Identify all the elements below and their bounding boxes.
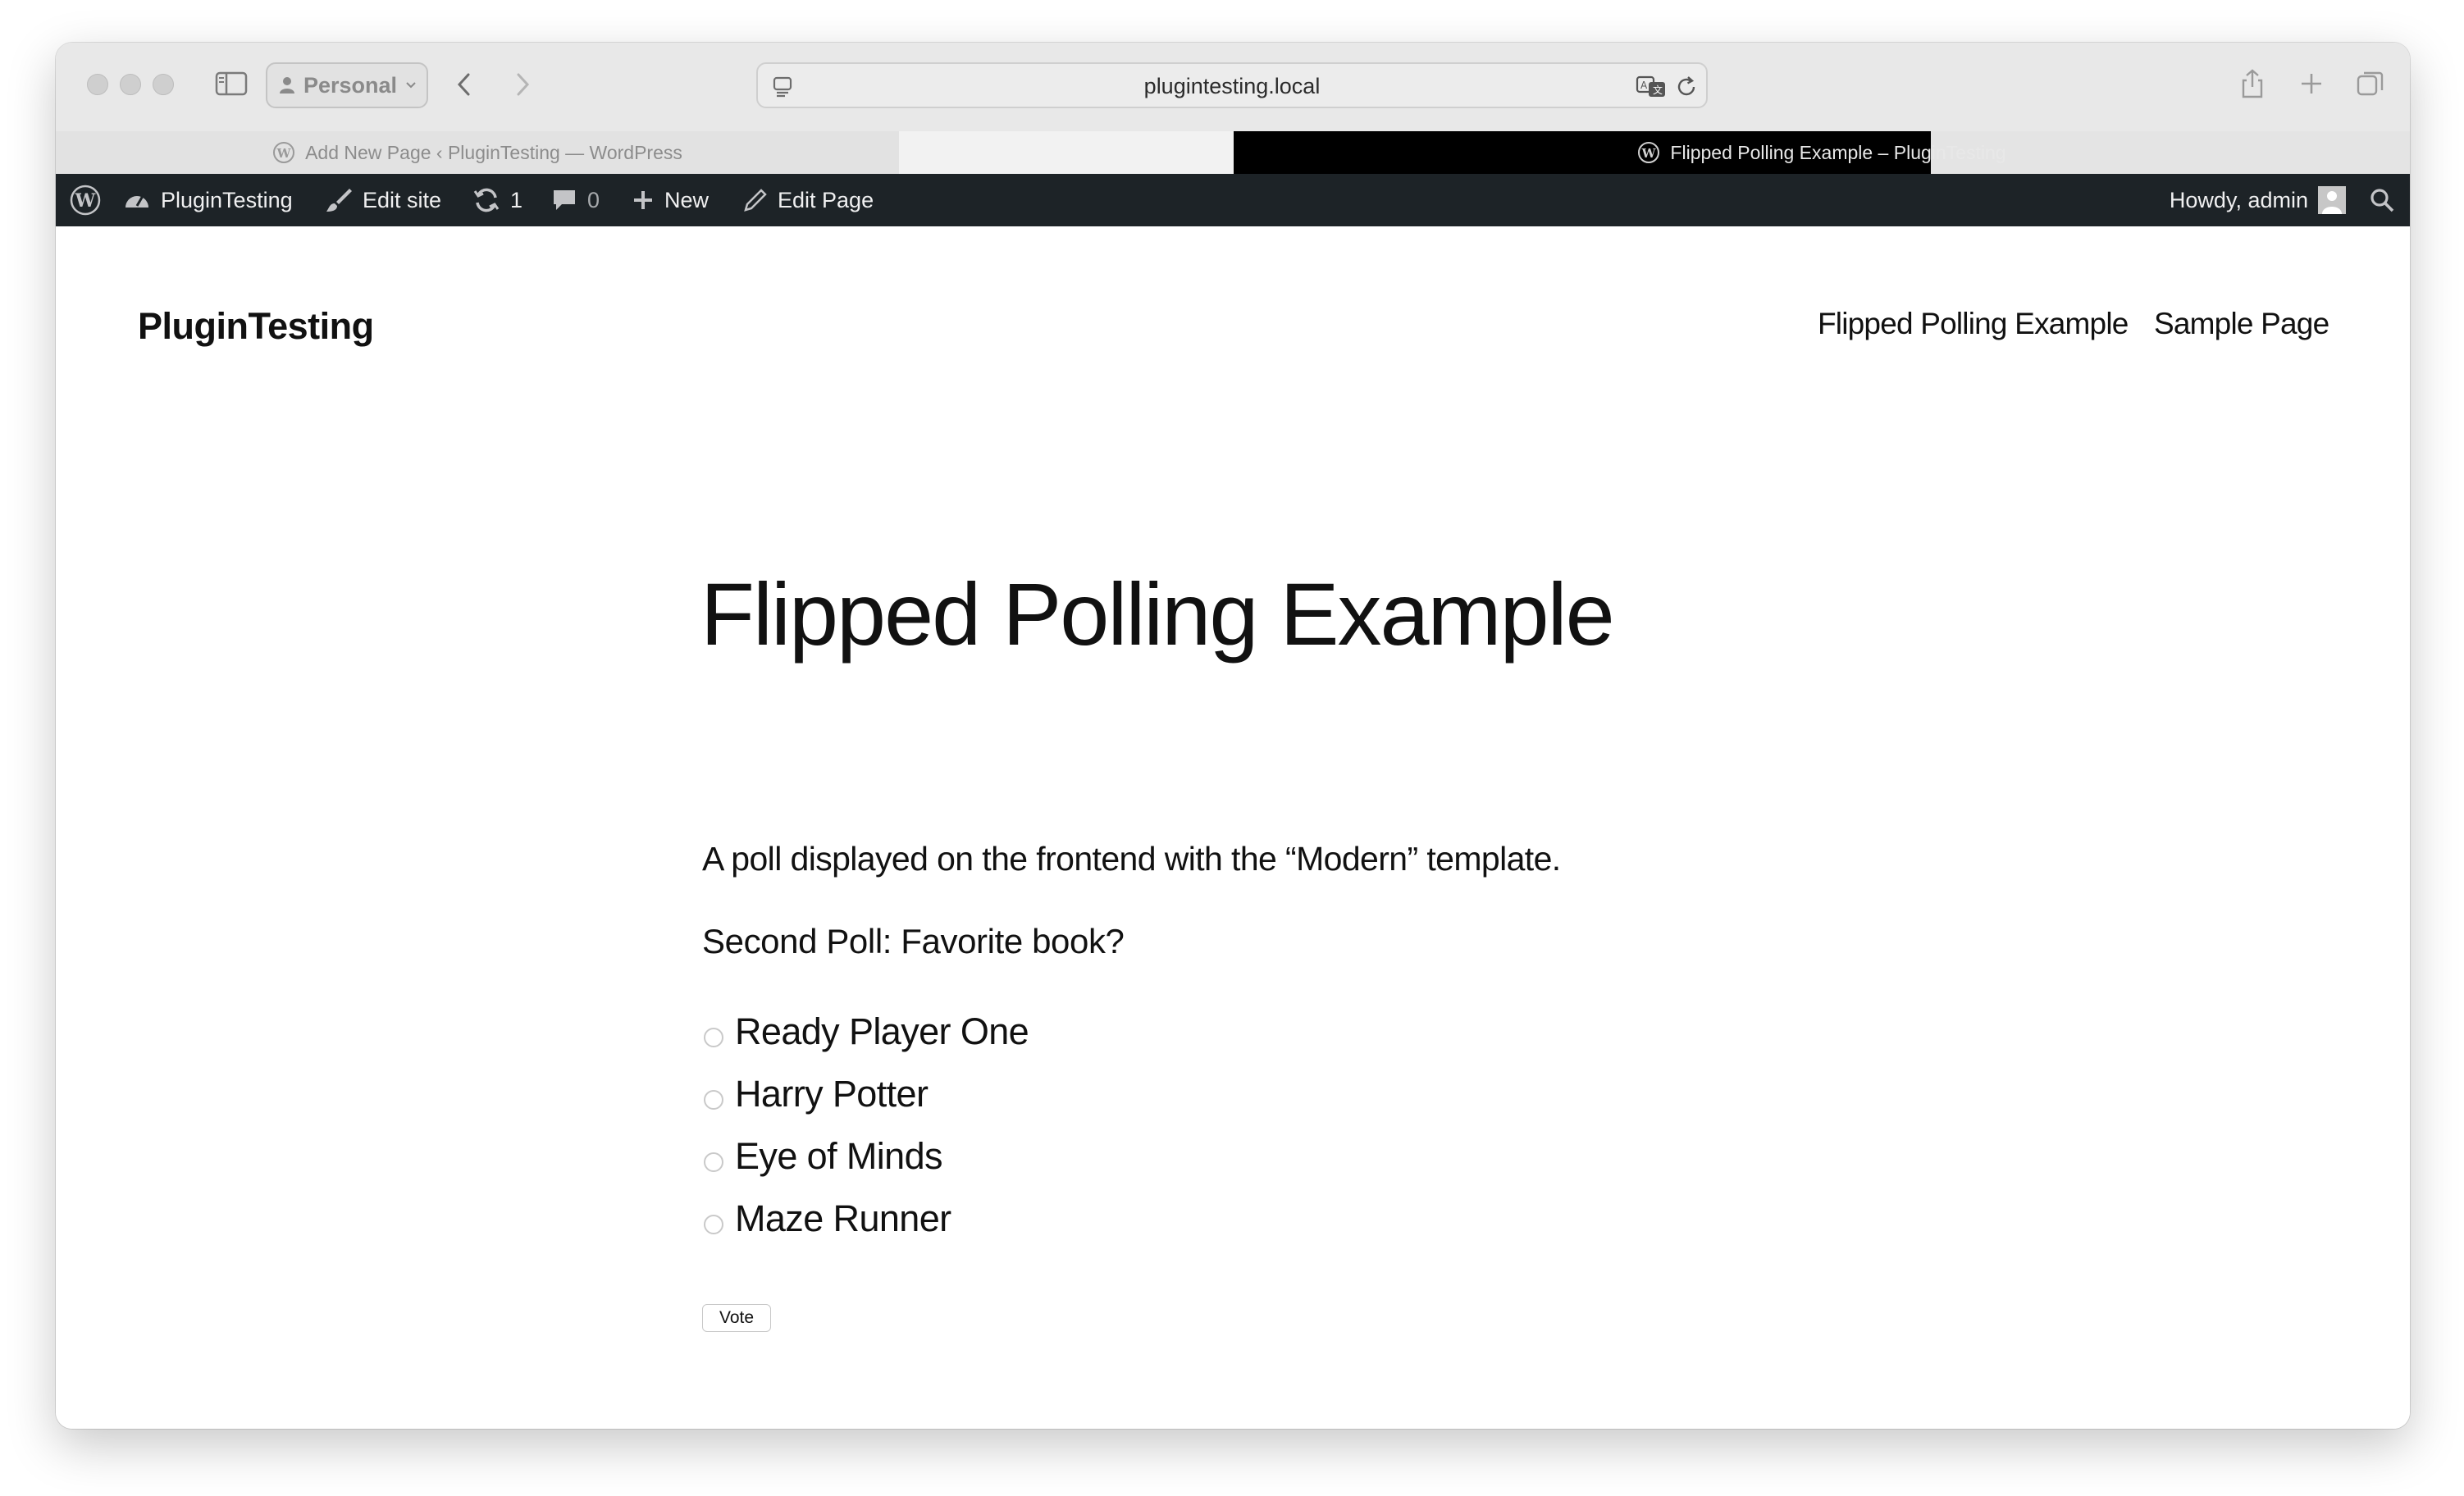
pencil-icon bbox=[744, 189, 767, 212]
url-text: plugintesting.local bbox=[1143, 74, 1321, 98]
dashboard-icon bbox=[125, 195, 148, 208]
reload-icon[interactable] bbox=[1673, 74, 1700, 100]
poll-option-label: Eye of Minds bbox=[735, 1135, 943, 1177]
howdy-label: Howdy, admin bbox=[2169, 187, 2308, 212]
browser-toolbar: Personal plugintesting.local A文 bbox=[56, 43, 2410, 131]
radio-button[interactable] bbox=[704, 1152, 723, 1172]
share-icon[interactable] bbox=[2236, 67, 2269, 100]
plus-icon bbox=[634, 191, 652, 209]
chevron-down-icon bbox=[406, 82, 416, 89]
tab-flipped-polling[interactable]: W Flipped Polling Example – PluginTestin… bbox=[1234, 131, 2410, 174]
search-icon bbox=[2370, 189, 2394, 212]
poll-option[interactable]: Maze Runner bbox=[704, 1188, 1029, 1250]
zoom-window-button[interactable] bbox=[153, 74, 174, 95]
page-content: PluginTesting Flipped Polling Example Sa… bbox=[56, 226, 2410, 1429]
vote-button[interactable]: Vote bbox=[702, 1304, 771, 1332]
avatar bbox=[2318, 186, 2346, 214]
profile-label: Personal bbox=[303, 72, 398, 98]
poll-option[interactable]: Ready Player One bbox=[704, 1001, 1029, 1063]
nav-link-flipped-polling[interactable]: Flipped Polling Example bbox=[1818, 307, 2129, 341]
wordpress-icon: W bbox=[1638, 142, 1660, 163]
wp-admin-bar: W PluginTesting Edit site 1 0 New Edit P… bbox=[56, 174, 2410, 226]
comments-link[interactable]: 0 bbox=[551, 174, 600, 226]
wordpress-icon: W bbox=[70, 185, 101, 216]
site-name-label: PluginTesting bbox=[161, 187, 293, 212]
translate-icon[interactable]: A文 bbox=[1636, 74, 1668, 100]
poll-options: Ready Player One Harry Potter Eye of Min… bbox=[704, 1001, 1029, 1250]
edit-site-link[interactable]: Edit site bbox=[325, 174, 441, 226]
svg-text:文: 文 bbox=[1653, 84, 1663, 96]
intro-text: A poll displayed on the frontend with th… bbox=[702, 840, 1561, 878]
comments-count: 0 bbox=[587, 187, 600, 212]
site-title[interactable]: PluginTesting bbox=[138, 305, 374, 348]
updates-link[interactable]: 1 bbox=[472, 174, 522, 226]
admin-search-button[interactable] bbox=[2369, 174, 2395, 226]
poll-option[interactable]: Harry Potter bbox=[704, 1063, 1029, 1125]
tab-spacer bbox=[899, 131, 1234, 174]
svg-text:W: W bbox=[1641, 146, 1657, 161]
sidebar-toggle-icon[interactable] bbox=[215, 71, 248, 97]
site-name-menu[interactable]: PluginTesting bbox=[123, 174, 293, 226]
tab-bar: W Add New Page ‹ PluginTesting — WordPre… bbox=[56, 131, 2410, 174]
tab-title: Add New Page ‹ PluginTesting — WordPress bbox=[305, 141, 682, 163]
poll-option-label: Maze Runner bbox=[735, 1197, 951, 1239]
radio-button[interactable] bbox=[704, 1090, 723, 1110]
tab-title: Flipped Polling Example – PluginTesting bbox=[1670, 141, 2006, 163]
browser-window: Personal plugintesting.local A文 W Add Ne… bbox=[56, 43, 2410, 1429]
forward-arrow-icon[interactable] bbox=[509, 71, 536, 98]
edit-page-link[interactable]: Edit Page bbox=[743, 174, 874, 226]
page-title: Flipped Polling Example bbox=[700, 564, 1615, 664]
tab-add-new-page[interactable]: W Add New Page ‹ PluginTesting — WordPre… bbox=[56, 131, 899, 174]
svg-text:A: A bbox=[1640, 80, 1648, 91]
svg-text:W: W bbox=[276, 146, 292, 161]
brush-icon bbox=[326, 189, 352, 212]
updates-icon bbox=[473, 188, 500, 212]
profile-button[interactable]: Personal bbox=[266, 62, 428, 108]
comment-icon bbox=[554, 190, 575, 210]
new-tab-icon[interactable] bbox=[2295, 67, 2328, 100]
person-icon bbox=[280, 77, 294, 94]
new-label: New bbox=[664, 187, 710, 212]
edit-page-label: Edit Page bbox=[778, 187, 874, 212]
radio-button[interactable] bbox=[704, 1215, 723, 1234]
close-window-button[interactable] bbox=[87, 74, 108, 95]
account-menu[interactable]: Howdy, admin bbox=[2170, 174, 2346, 226]
back-arrow-icon[interactable] bbox=[451, 71, 479, 98]
wordpress-icon: W bbox=[273, 142, 295, 163]
poll-option-label: Harry Potter bbox=[735, 1073, 929, 1115]
svg-text:W: W bbox=[75, 190, 96, 212]
updates-count: 1 bbox=[510, 187, 523, 212]
nav-link-sample-page[interactable]: Sample Page bbox=[2154, 307, 2329, 341]
tab-overview-icon[interactable] bbox=[2354, 67, 2387, 100]
edit-site-label: Edit site bbox=[363, 187, 442, 212]
minimize-window-button[interactable] bbox=[120, 74, 141, 95]
poll-option[interactable]: Eye of Minds bbox=[704, 1125, 1029, 1188]
radio-button[interactable] bbox=[704, 1028, 723, 1047]
poll-option-label: Ready Player One bbox=[735, 1010, 1029, 1052]
poll-question: Second Poll: Favorite book? bbox=[702, 922, 1125, 960]
address-bar[interactable]: plugintesting.local A文 bbox=[756, 62, 1708, 108]
wp-logo-menu[interactable]: W bbox=[69, 174, 102, 226]
new-content-menu[interactable]: New bbox=[632, 174, 709, 226]
